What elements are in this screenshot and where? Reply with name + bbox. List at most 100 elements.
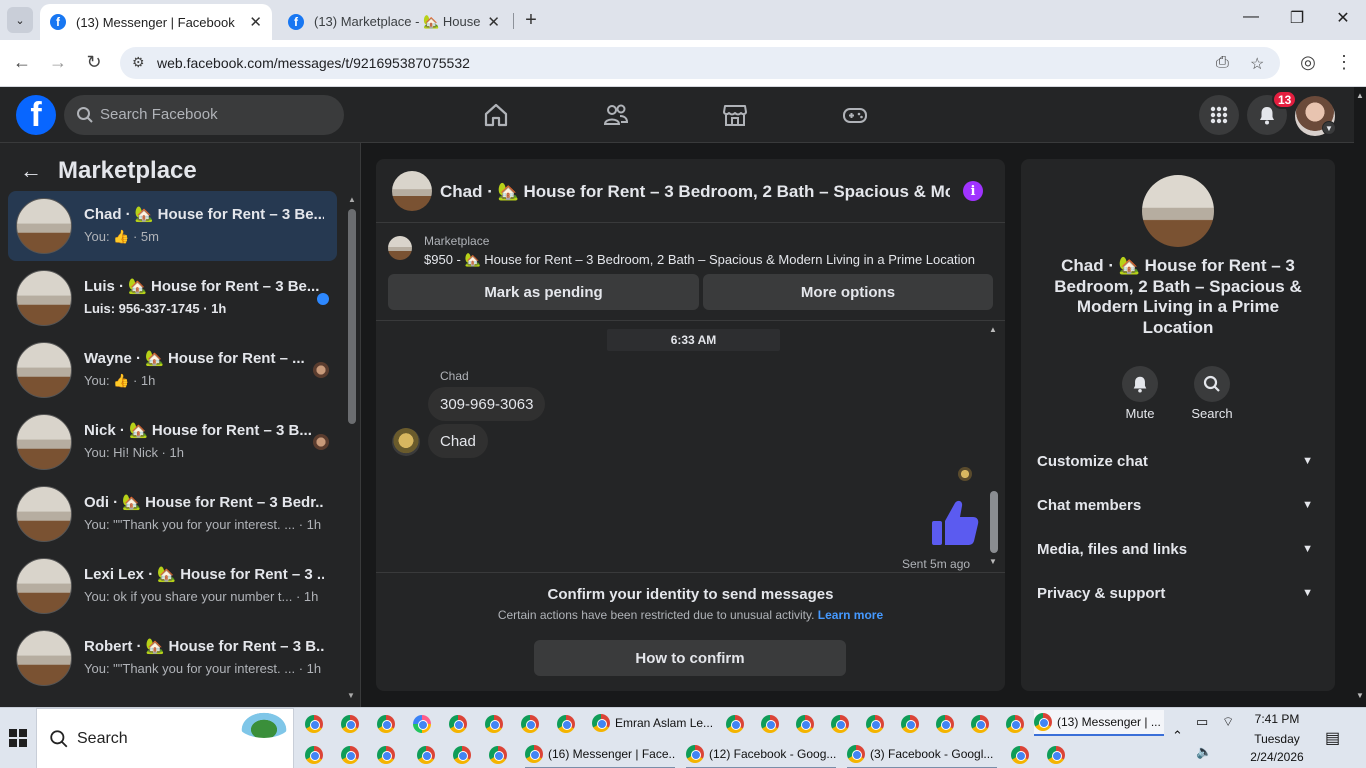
message-scrollbar[interactable] xyxy=(990,491,998,553)
back-button[interactable]: ← xyxy=(10,52,34,73)
message-bubble[interactable]: Chad xyxy=(428,424,488,458)
conversation-item[interactable]: Wayne · 🏡 House for Rent – ... You: 👍 · … xyxy=(8,335,337,405)
conversation-item[interactable]: Odi · 🏡 House for Rent – 3 Bedr... You: … xyxy=(8,479,337,549)
friends-icon[interactable] xyxy=(602,101,630,129)
chrome-icon[interactable] xyxy=(341,746,359,764)
taskbar-window-item[interactable]: (16) Messenger | Face... xyxy=(525,741,675,767)
scroll-up-icon[interactable]: ▲ xyxy=(1356,91,1364,100)
page-scrollbar[interactable]: ▲ ▼ xyxy=(1354,87,1366,707)
home-icon[interactable] xyxy=(482,101,510,129)
chrome-icon[interactable] xyxy=(936,715,954,733)
notification-center-icon[interactable]: ▤ xyxy=(1325,728,1340,748)
taskbar-window-item-active[interactable]: (13) Messenger | ... xyxy=(1034,710,1164,736)
chrome-icon[interactable] xyxy=(831,715,849,733)
conversation-item[interactable]: Robert · 🏡 House for Rent – 3 B... You: … xyxy=(8,623,337,693)
chrome-icon[interactable] xyxy=(521,715,539,733)
chrome-icon[interactable] xyxy=(1047,746,1065,764)
scroll-up-icon[interactable]: ▲ xyxy=(989,325,997,334)
conversation-item[interactable]: Luis · 🏡 House for Rent – 3 Be... Luis: … xyxy=(8,263,337,333)
learn-more-link[interactable]: Learn more xyxy=(818,608,883,622)
mute-button[interactable] xyxy=(1122,366,1158,402)
chrome-icon[interactable] xyxy=(377,715,395,733)
scroll-down-icon[interactable]: ▼ xyxy=(1356,691,1364,700)
restore-button[interactable]: ❐ xyxy=(1282,8,1312,28)
scroll-up-icon[interactable]: ▲ xyxy=(348,195,356,204)
windows-start-icon[interactable] xyxy=(9,729,27,747)
tab-search-menu-button[interactable]: ⌄ xyxy=(7,7,33,33)
show-hidden-icons-chevron-icon[interactable]: ⌃ xyxy=(1172,728,1183,744)
listing-thumbnail[interactable] xyxy=(388,236,412,260)
sender-avatar[interactable] xyxy=(392,428,420,456)
minimize-button[interactable]: — xyxy=(1236,8,1266,26)
customize-chat-section[interactable]: Customize chat ▼ xyxy=(1037,443,1319,479)
chrome-icon[interactable] xyxy=(866,715,884,733)
close-window-button[interactable]: ✕ xyxy=(1328,8,1358,28)
site-info-icon[interactable]: ⚙ xyxy=(132,54,145,71)
chrome-icon[interactable] xyxy=(449,715,467,733)
browser-menu-icon[interactable]: ⋮ xyxy=(1332,52,1356,73)
install-app-icon[interactable]: ⎙ xyxy=(1216,54,1229,72)
forward-button[interactable]: → xyxy=(46,52,70,73)
gaming-icon[interactable] xyxy=(841,101,869,129)
facebook-search-input[interactable]: Search Facebook xyxy=(64,95,344,135)
media-files-links-section[interactable]: Media, files and links ▼ xyxy=(1037,531,1319,567)
chrome-icon[interactable] xyxy=(305,746,323,764)
mark-as-pending-button[interactable]: Mark as pending xyxy=(388,274,699,310)
listing-thumbnail[interactable] xyxy=(1142,175,1214,247)
chrome-icon[interactable] xyxy=(305,715,323,733)
clock-time[interactable]: 7:41 PM xyxy=(1240,712,1314,726)
privacy-support-section[interactable]: Privacy & support ▼ xyxy=(1037,575,1319,611)
chrome-icon[interactable] xyxy=(417,746,435,764)
menu-grid-button[interactable] xyxy=(1199,95,1239,135)
scroll-down-icon[interactable]: ▼ xyxy=(989,557,997,566)
taskbar-window-item[interactable]: Emran Aslam Le... xyxy=(592,710,714,736)
search-conversation-button[interactable] xyxy=(1194,366,1230,402)
bookmark-star-icon[interactable]: ☆ xyxy=(1250,54,1264,74)
chat-thumbnail[interactable] xyxy=(392,171,432,211)
chevron-down-icon[interactable]: ▼ xyxy=(1322,121,1336,135)
taskbar-window-item[interactable]: (12) Facebook - Goog... xyxy=(686,741,836,767)
chrome-icon[interactable] xyxy=(341,715,359,733)
marketplace-icon[interactable] xyxy=(721,101,749,129)
chat-title[interactable]: Chad · 🏡 House for Rent – 3 Bedroom, 2 B… xyxy=(440,182,950,202)
chrome-icon[interactable] xyxy=(557,715,575,733)
widgets-icon[interactable] xyxy=(238,710,290,738)
new-tab-button[interactable]: + xyxy=(520,9,542,32)
more-options-button[interactable]: More options xyxy=(703,274,993,310)
chrome-icon[interactable] xyxy=(485,715,503,733)
conversation-item[interactable]: Lexi Lex · 🏡 House for Rent – 3 ... You:… xyxy=(8,551,337,621)
info-icon[interactable]: i xyxy=(963,181,983,201)
clock-date[interactable]: 2/24/2026 xyxy=(1240,750,1314,764)
chrome-icon[interactable] xyxy=(453,746,471,764)
reload-button[interactable]: ↻ xyxy=(82,52,106,73)
chrome-icon[interactable] xyxy=(761,715,779,733)
battery-icon[interactable]: ▭ xyxy=(1196,714,1208,730)
facebook-logo[interactable]: f xyxy=(16,95,56,135)
copilot-icon[interactable] xyxy=(413,715,431,733)
conversation-item[interactable]: Nick · 🏡 House for Rent – 3 B... You: Hi… xyxy=(8,407,337,477)
wifi-icon[interactable]: ⌔ xyxy=(1222,714,1234,730)
how-to-confirm-button[interactable]: How to confirm xyxy=(534,640,846,676)
url-field[interactable]: ⚙ web.facebook.com/messages/t/9216953870… xyxy=(120,47,1280,79)
conversation-list-scrollbar[interactable] xyxy=(348,209,356,424)
scroll-down-icon[interactable]: ▼ xyxy=(347,691,355,700)
chrome-icon[interactable] xyxy=(1006,715,1024,733)
clock-day[interactable]: Tuesday xyxy=(1240,732,1314,746)
chrome-icon[interactable] xyxy=(796,715,814,733)
listing-description[interactable]: $950 - 🏡 House for Rent – 3 Bedroom, 2 B… xyxy=(424,252,975,268)
chat-members-section[interactable]: Chat members ▼ xyxy=(1037,487,1319,523)
chrome-icon[interactable] xyxy=(489,746,507,764)
chrome-icon[interactable] xyxy=(726,715,744,733)
chrome-icon[interactable] xyxy=(901,715,919,733)
profile-icon[interactable]: ◎ xyxy=(1296,52,1320,73)
volume-icon[interactable]: 🔈 xyxy=(1196,744,1212,760)
chrome-icon[interactable] xyxy=(377,746,395,764)
close-icon[interactable]: ✕ xyxy=(487,13,500,31)
conversation-item[interactable]: Chad · 🏡 House for Rent – 3 Be... You: 👍… xyxy=(8,191,337,261)
tab-marketplace[interactable]: f (13) Marketplace - 🏡 House fo ✕ xyxy=(278,4,510,40)
back-arrow-icon[interactable]: ← xyxy=(20,158,42,184)
tab-messenger[interactable]: f (13) Messenger | Facebook ✕ xyxy=(40,4,272,40)
chrome-icon[interactable] xyxy=(1011,746,1029,764)
close-icon[interactable]: ✕ xyxy=(249,13,262,31)
message-bubble[interactable]: 309-969-3063 xyxy=(428,387,546,421)
